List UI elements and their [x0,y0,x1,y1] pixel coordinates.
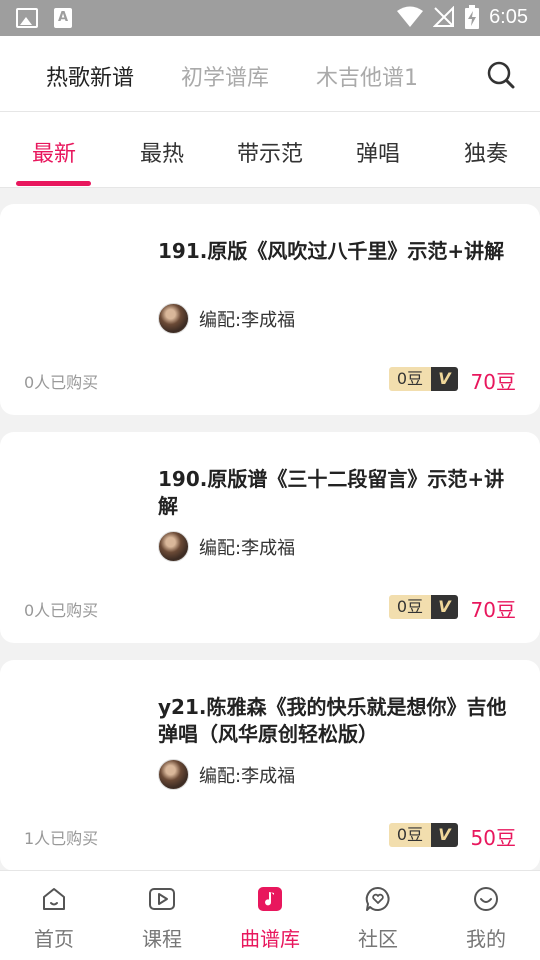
author-name: 李成福 [241,537,296,559]
vip-icon: V [431,823,458,847]
buyer-count: 0人已购买 [24,373,99,392]
nav-score-library[interactable]: 曲谱库 [216,871,324,960]
score-author: 编配: 李成福 [158,759,295,790]
score-title: y21.陈雅森《我的快乐就是想你》吉他弹唱（风华原创轻松版） [158,695,507,746]
nav-community[interactable]: 社区 [324,871,432,960]
vip-price-badge: 0豆 V [388,595,458,619]
author-prefix: 编配: [199,765,242,787]
tab-with-demo[interactable]: 带示范 [216,136,324,168]
vip-price: 0豆 [388,823,431,847]
nav-courses[interactable]: 课程 [108,871,216,960]
avatar [158,759,189,790]
nav-home-label: 首页 [34,927,74,951]
nav-home[interactable]: 首页 [0,871,108,960]
vip-icon: V [431,595,458,619]
nav-profile-label: 我的 [466,927,506,951]
wifi-icon [397,6,424,27]
signal-off-icon [433,6,455,27]
tab-hottest[interactable]: 最热 [108,136,216,168]
price: 70豆 [470,598,516,622]
music-note-icon [258,887,282,911]
nav-profile[interactable]: 我的 [432,871,540,960]
tab-beginner-library[interactable]: 初学谱库 [181,60,269,92]
score-card[interactable]: 191.原版《风吹过八千里》示范+讲解 编配: 李成福 0人已购买 0豆 V 7… [0,204,540,415]
status-time: 6:05 [489,5,528,28]
tab-hot-new-scores[interactable]: 热歌新谱 [46,60,134,92]
vip-price-badge: 0豆 V [388,823,458,847]
category-tab-bar: 最新 最热 带示范 弹唱 独奏 [0,112,540,188]
vip-icon: V [431,367,458,391]
author-prefix: 编配: [199,309,242,331]
score-card[interactable]: y21.陈雅森《我的快乐就是想你》吉他弹唱（风华原创轻松版） 编配: 李成福 1… [0,660,540,871]
nav-community-label: 社区 [358,927,398,951]
bottom-navigation: 首页 课程 曲谱库 社区 我的 [0,870,540,960]
chat-heart-icon [365,886,390,911]
author-name: 李成福 [241,309,296,331]
home-icon [43,888,65,910]
image-notification-icon [16,8,38,28]
tab-solo[interactable]: 独奏 [432,136,540,168]
price: 50豆 [470,826,516,850]
buyer-count: 1人已购买 [24,829,99,848]
app-notification-icon: A [54,8,72,28]
tab-acoustic-guitar-scores[interactable]: 木吉他谱1 [316,60,418,92]
active-tab-indicator [16,181,91,186]
smiley-icon [474,887,498,911]
author-prefix: 编配: [199,537,242,559]
tab-latest[interactable]: 最新 [0,136,108,168]
vip-price-badge: 0豆 V [388,367,458,391]
score-author: 编配: 李成福 [158,303,295,334]
score-author: 编配: 李成福 [158,531,295,562]
status-bar: A 6:05 [0,0,540,36]
avatar [158,303,189,334]
search-icon[interactable] [486,60,516,90]
video-play-icon [149,888,175,910]
vip-price: 0豆 [388,595,431,619]
price: 70豆 [470,370,516,394]
battery-charging-icon [465,5,480,29]
avatar [158,531,189,562]
tab-sing-along[interactable]: 弹唱 [324,136,432,168]
nav-courses-label: 课程 [142,927,182,951]
author-name: 李成福 [241,765,296,787]
score-title: 191.原版《风吹过八千里》示范+讲解 [158,239,505,263]
vip-price: 0豆 [388,367,431,391]
top-tab-bar: 热歌新谱 初学谱库 木吉他谱1 [0,36,540,112]
score-title: 190.原版谱《三十二段留言》示范+讲解 [158,467,505,518]
nav-score-library-label: 曲谱库 [240,927,300,951]
score-card[interactable]: 190.原版谱《三十二段留言》示范+讲解 编配: 李成福 0人已购买 0豆 V … [0,432,540,643]
buyer-count: 0人已购买 [24,601,99,620]
